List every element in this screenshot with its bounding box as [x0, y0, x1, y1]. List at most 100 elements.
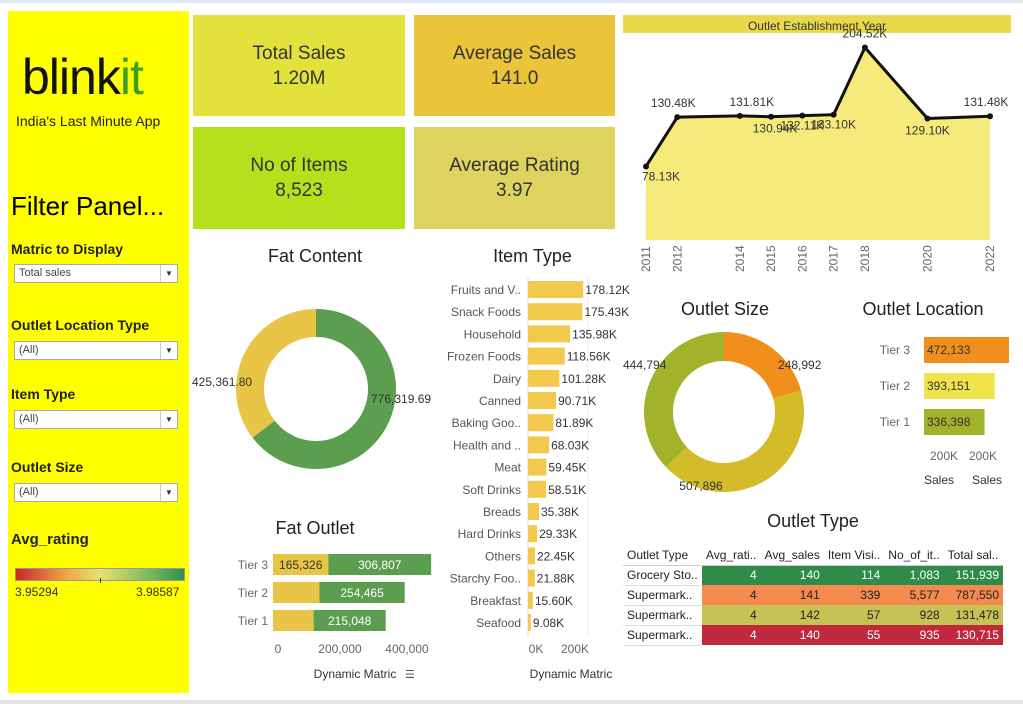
item-type-category-label: Snack Foods — [451, 305, 521, 319]
fat-outlet-category-label: Tier 3 — [238, 558, 269, 572]
column-header[interactable]: Outlet Type — [623, 545, 702, 566]
year-tick-label: 2015 — [764, 245, 778, 272]
column-header[interactable]: Avg_rati.. — [701, 545, 761, 566]
table-cell: 4 — [701, 605, 761, 625]
item-type-bar — [528, 569, 535, 587]
item-type-category-label: Hard Drinks — [458, 527, 521, 541]
table-row: Supermark.. 4 140 55 935 130,715 — [623, 625, 1003, 646]
fat-outlet-category-label: Tier 2 — [238, 586, 269, 600]
item-type-bar — [528, 458, 547, 476]
item-type-bar — [528, 414, 554, 432]
item-type-bar — [528, 614, 531, 631]
table-row: Supermark.. 4 142 57 928 131,478 — [623, 605, 1003, 626]
item-type-category-label: Others — [485, 549, 521, 563]
item-type-value-label: 15.60K — [535, 594, 573, 608]
establishment-data-label: 131.81K — [729, 95, 774, 109]
item-type-category-label: Canned — [479, 394, 521, 408]
item-type-value-label: 135.98K — [572, 327, 617, 341]
establishment-data-label: 129.10K — [905, 123, 950, 137]
fat-content-label: 425,361.80 — [192, 375, 252, 389]
fat-outlet-x-tick: 200,000 — [318, 642, 362, 656]
item-type-value-label: 178.12K — [585, 283, 630, 297]
outlet-location-category-label: Tier 2 — [880, 379, 911, 393]
outlet-location-x-tick: 200K — [930, 449, 958, 463]
item-type-value-label: 29.33K — [539, 527, 577, 541]
item-type-value-label: 21.88K — [537, 572, 575, 586]
fat-outlet-bar — [273, 582, 320, 603]
establishment-point — [861, 44, 868, 51]
bottom-scrollbar[interactable] — [0, 700, 1023, 704]
outlet-size-label: 507,896 — [679, 479, 723, 493]
item-type-value-label: 68.03K — [551, 438, 589, 452]
table-cell: 5,577 — [884, 585, 944, 605]
item-type-bar — [528, 503, 539, 520]
item-type-bar — [528, 281, 584, 298]
establishment-data-label: 78.13K — [642, 169, 680, 183]
establishment-point — [768, 113, 775, 120]
item-type-value-label: 9.08K — [533, 616, 564, 630]
fat-outlet-x-tick: 0 — [275, 642, 282, 656]
item-type-value-label: 81.89K — [555, 416, 593, 430]
year-tick-label: 2018 — [858, 245, 872, 272]
item-type-bar — [528, 303, 583, 321]
item-type-bar — [528, 525, 538, 543]
establishment-data-label: 204.52K — [843, 26, 888, 40]
year-tick-label: 2020 — [920, 245, 934, 272]
outlet-location-value-label: 393,151 — [927, 379, 971, 393]
table-cell: 4 — [701, 585, 761, 605]
table-cell: 935 — [884, 625, 944, 645]
column-header[interactable]: No_of_it.. — [884, 545, 944, 566]
fat-outlet-bar — [273, 610, 314, 631]
fat-outlet-value-label: 306,807 — [358, 558, 402, 572]
outlet-location-category-label: Tier 1 — [880, 415, 911, 429]
table-cell: 928 — [884, 605, 944, 625]
establishment-point — [674, 114, 681, 121]
column-header[interactable]: Total sal.. — [943, 545, 1003, 566]
establishment-data-label: 131.48K — [964, 95, 1009, 109]
table-cell: 141 — [760, 585, 824, 605]
column-header[interactable]: Avg_sales — [760, 545, 824, 566]
item-type-bar — [528, 480, 547, 498]
outlet-size-slice — [644, 332, 724, 467]
item-type-category-label: Starchy Foo.. — [450, 572, 521, 586]
item-type-category-label: Household — [464, 327, 521, 341]
fat-content-label: 776,319.69 — [371, 392, 431, 406]
column-header[interactable]: Item Visi.. — [823, 545, 885, 566]
year-tick-label: 2014 — [733, 245, 747, 272]
item-type-category-label: Dairy — [493, 372, 521, 386]
item-type-bar — [528, 591, 533, 609]
outlet-location-x-tick: 200K — [969, 449, 997, 463]
item-type-category-label: Breads — [483, 505, 521, 519]
table-cell: Grocery Sto.. — [623, 565, 702, 586]
year-tick-label: 2012 — [670, 245, 684, 272]
item-type-category-label: Fruits and V.. — [451, 283, 521, 297]
table-cell: Supermark.. — [623, 585, 702, 606]
item-type-category-label: Meat — [494, 461, 521, 475]
table-cell: 151,939 — [943, 565, 1003, 585]
table-cell: 131,478 — [943, 605, 1003, 625]
outlet-location-x-label: Sales — [972, 473, 1002, 487]
outlet-size-label: 444,794 — [623, 358, 667, 372]
table-cell: 1,083 — [884, 565, 944, 585]
outlet-location-value-label: 472,133 — [927, 343, 971, 357]
fat-content-slice — [235, 309, 316, 438]
establishment-point — [924, 115, 931, 122]
fat-outlet-value-label: 215,048 — [328, 614, 372, 628]
table-header-row: Outlet Type Avg_rati.. Avg_sales Item Vi… — [623, 545, 1003, 566]
item-type-category-label: Soft Drinks — [462, 483, 521, 497]
year-tick-label: 2022 — [983, 245, 997, 272]
table-cell: 4 — [701, 565, 761, 585]
item-type-bar — [528, 369, 560, 387]
item-type-x-tick: 0K — [529, 642, 544, 656]
establishment-point — [987, 113, 993, 120]
table-cell: Supermark.. — [623, 605, 702, 626]
year-tick-label: 2016 — [795, 245, 809, 272]
table-cell: 4 — [701, 625, 761, 645]
year-tick-label: 2017 — [827, 245, 841, 272]
outlet-size-label: 248,992 — [778, 358, 822, 372]
item-type-bar — [528, 325, 571, 343]
table-cell: 55 — [823, 625, 885, 645]
table-cell: 140 — [760, 565, 824, 585]
table-cell: Supermark.. — [623, 625, 702, 646]
establishment-point — [736, 112, 743, 119]
